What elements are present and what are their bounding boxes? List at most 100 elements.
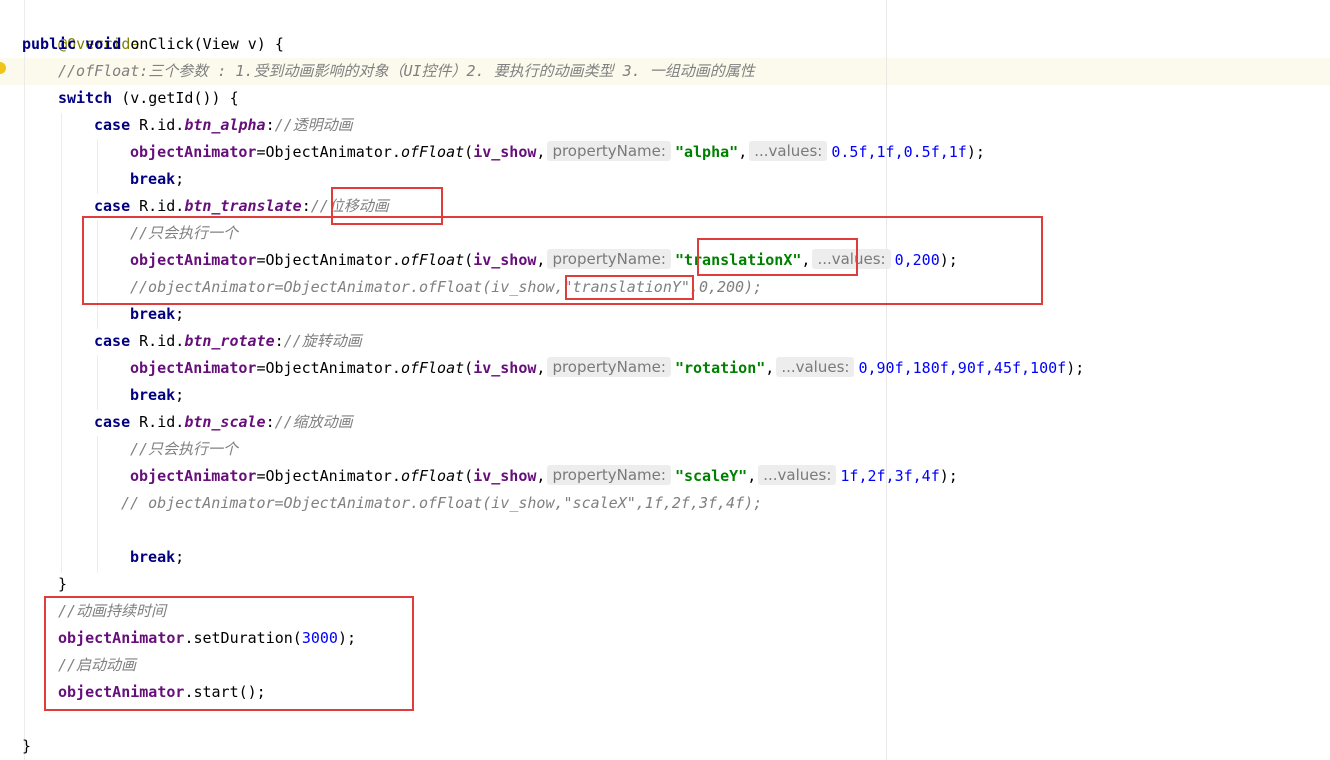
string-token: "rotation" <box>674 359 766 377</box>
code-text: : <box>274 332 284 350</box>
highlight-box-duration-start <box>44 596 414 711</box>
code-text: , <box>747 467 757 485</box>
comment-token: //只会执行一个 <box>130 440 239 458</box>
method-token: ofFloat <box>400 359 465 377</box>
code-line: @Override <box>22 4 139 53</box>
static-field-token: btn_rotate <box>184 332 275 350</box>
field-token: iv_show <box>473 143 537 161</box>
indent-guide <box>97 139 98 194</box>
method-token: ofFloat <box>400 467 465 485</box>
field-token: objectAnimator <box>130 359 257 377</box>
highlight-box-translate-block <box>82 216 1043 305</box>
code-text: ; <box>175 548 185 566</box>
code-text: R.id. <box>130 116 185 134</box>
code-text: , <box>536 467 546 485</box>
code-text: : <box>265 413 275 431</box>
code-text: ( <box>464 359 474 377</box>
code-text: } <box>58 575 68 593</box>
parameter-hint: propertyName: <box>547 357 671 377</box>
parameter-hint: ...values: <box>776 357 855 377</box>
keyword-token: switch <box>58 89 113 107</box>
code-line: case R.id.btn_alpha://透明动画 <box>94 112 353 139</box>
code-text: ( <box>464 143 474 161</box>
code-text: =ObjectAnimator. <box>256 359 401 377</box>
number-token: 0,90f,180f,90f,45f,100f <box>858 359 1067 377</box>
code-line: break; <box>130 166 184 193</box>
code-text: ( <box>464 467 474 485</box>
code-text: R.id. <box>130 197 185 215</box>
code-text: } <box>22 737 32 755</box>
code-text: : <box>301 197 311 215</box>
code-text: , <box>536 143 546 161</box>
comment-token: //缩放动画 <box>274 413 353 431</box>
code-editor[interactable]: @Override public void onClick(View v) { … <box>0 0 1330 760</box>
keyword-token: case <box>94 197 131 215</box>
gutter-separator <box>24 0 25 760</box>
code-line: case R.id.btn_scale://缩放动画 <box>94 409 353 436</box>
code-text: , <box>765 359 775 377</box>
static-field-token: btn_scale <box>184 413 266 431</box>
code-line: case R.id.btn_rotate://旋转动画 <box>94 328 362 355</box>
number-token: 0.5f,1f,0.5f,1f <box>831 143 967 161</box>
keyword-token: break <box>130 548 176 566</box>
code-text: , <box>738 143 748 161</box>
parameter-hint: propertyName: <box>547 465 671 485</box>
code-text: ; <box>175 170 185 188</box>
number-token: 1f,2f,3f,4f <box>840 467 940 485</box>
indent-guide <box>61 113 62 573</box>
code-line: } <box>58 571 67 598</box>
code-text: ); <box>939 467 958 485</box>
code-text: ; <box>175 386 185 404</box>
highlight-box-translationY <box>565 275 694 300</box>
code-text: ); <box>966 143 985 161</box>
indent-guide <box>97 355 98 410</box>
code-line: objectAnimator=ObjectAnimator.ofFloat(iv… <box>130 463 958 490</box>
string-token: "scaleY" <box>674 467 748 485</box>
code-line: //只会执行一个 <box>130 436 238 463</box>
keyword-token: break <box>130 170 176 188</box>
code-line: public void onClick(View v) { <box>22 31 284 58</box>
code-text: : <box>265 116 275 134</box>
code-line: break; <box>130 301 184 328</box>
code-line: // objectAnimator=ObjectAnimator.ofFloat… <box>121 490 762 517</box>
code-line: break; <box>130 544 184 571</box>
code-line: switch (v.getId()) { <box>58 85 239 112</box>
parameter-hint: ...values: <box>749 141 828 161</box>
static-field-token: btn_translate <box>184 197 302 215</box>
comment-token: //透明动画 <box>274 116 353 134</box>
method-signature: onClick(View v) { <box>121 35 284 53</box>
static-field-token: btn_alpha <box>184 116 266 134</box>
field-token: objectAnimator <box>130 467 257 485</box>
keyword-token: break <box>130 305 176 323</box>
keyword-token: case <box>94 332 131 350</box>
parameter-hint: propertyName: <box>547 141 671 161</box>
code-line: break; <box>130 382 184 409</box>
indent-guide <box>97 436 98 573</box>
code-text: =ObjectAnimator. <box>256 467 401 485</box>
code-text: R.id. <box>130 413 185 431</box>
code-text: (v.getId()) { <box>112 89 239 107</box>
code-text: ); <box>1066 359 1085 377</box>
code-line: //ofFloat:三个参数 : 1.受到动画影响的对象（UI控件）2. 要执行… <box>58 58 755 85</box>
parameter-hint: ...values: <box>758 465 837 485</box>
code-text: ; <box>175 305 185 323</box>
field-token: iv_show <box>473 467 537 485</box>
code-line: objectAnimator=ObjectAnimator.ofFloat(iv… <box>130 355 1084 382</box>
keyword-token: case <box>94 413 131 431</box>
field-token: iv_show <box>473 359 537 377</box>
code-text: R.id. <box>130 332 185 350</box>
comment-token: //ofFloat:三个参数 : 1.受到动画影响的对象（UI控件）2. 要执行… <box>58 62 755 80</box>
keyword-token: public <box>22 35 77 53</box>
code-text: , <box>536 359 546 377</box>
keyword-token: case <box>94 116 131 134</box>
code-line: } <box>22 733 31 760</box>
string-token: "alpha" <box>674 143 739 161</box>
code-text: =ObjectAnimator. <box>256 143 401 161</box>
comment-token: // objectAnimator=ObjectAnimator.ofFloat… <box>121 494 763 512</box>
keyword-token: void <box>85 35 122 53</box>
code-line: objectAnimator=ObjectAnimator.ofFloat(iv… <box>130 139 985 166</box>
method-token: ofFloat <box>400 143 465 161</box>
highlight-box-translationX <box>697 238 858 276</box>
comment-token: //旋转动画 <box>283 332 362 350</box>
field-token: objectAnimator <box>130 143 257 161</box>
